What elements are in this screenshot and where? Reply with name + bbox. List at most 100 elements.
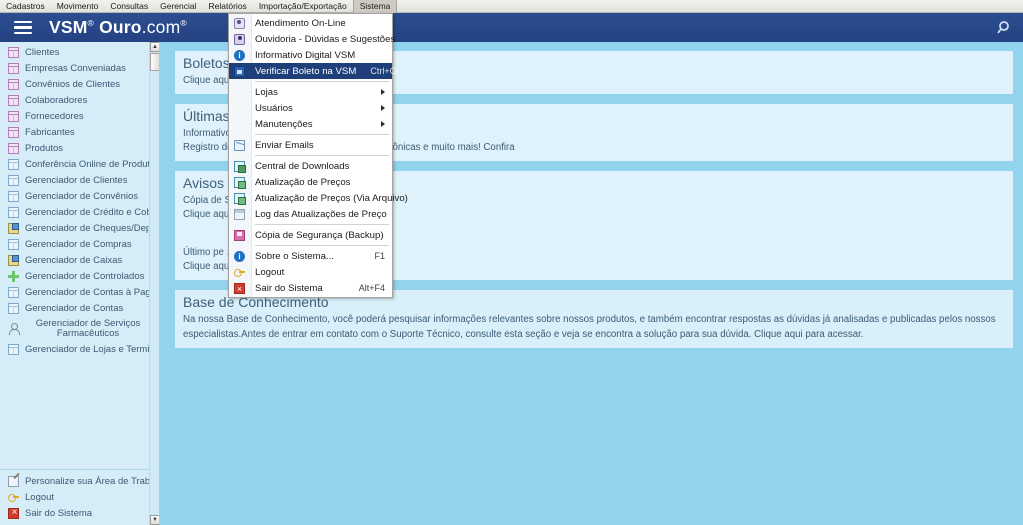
grid-blue-icon <box>8 302 19 314</box>
menu-item-c-pia-de-seguran-a-backup[interactable]: Cópia de Segurança (Backup) <box>229 227 392 243</box>
os-menu-item[interactable]: Importação/Exportação <box>253 0 353 13</box>
menu-item-enviar-emails[interactable]: Enviar Emails <box>229 137 392 153</box>
sidebar-footer-item-logout[interactable]: Logout <box>0 489 155 505</box>
os-menu-item[interactable]: Movimento <box>51 0 105 13</box>
sidebar-item-conv-nios-de-clientes[interactable]: Convênios de Clientes <box>0 76 155 92</box>
page-title: VSM® Ouro.com® <box>49 17 187 38</box>
scroll-up-icon[interactable]: ▲ <box>150 42 159 52</box>
sidebar-item-label: Gerenciador de Caixas <box>25 254 123 266</box>
menu-item-label: Cópia de Segurança (Backup) <box>255 229 384 241</box>
menu-item-label: Enviar Emails <box>255 139 314 151</box>
sidebar-item-label: Gerenciador de Lojas e Terminais <box>25 343 151 355</box>
sidebar-item-gerenciador-de-cr-dito-e-cobran-a[interactable]: Gerenciador de Crédito e Cobrança <box>0 204 155 220</box>
sidebar-item-label: Convênios de Clientes <box>25 78 121 90</box>
os-menu-item[interactable]: Cadastros <box>0 0 51 13</box>
sidebar: Clientes Empresas Conveniadas Convênios de… <box>0 42 160 525</box>
sidebar-item-label: Gerenciador de Clientes <box>25 174 128 186</box>
sidebar-item-label: Clientes <box>25 46 60 58</box>
menu-item-label: Atualização de Preços (Via Arquivo) <box>255 192 408 204</box>
sidebar-item-gerenciador-de-servi-os-farmac-uticos[interactable]: Gerenciador de Serviços Farmacêuticos <box>0 316 155 341</box>
info-icon <box>234 251 245 262</box>
sidebar-item-label: Empresas Conveniadas <box>25 62 126 74</box>
menu-item-logout[interactable]: Logout <box>229 264 392 280</box>
sidebar-item-colaboradores[interactable]: Colaboradores <box>0 92 155 108</box>
menu-item-label: Lojas <box>255 86 278 98</box>
scroll-down-icon[interactable]: ▼ <box>150 515 159 525</box>
menu-item-label: Atualização de Preços <box>255 176 351 188</box>
sidebar-footer-item-personalize-sua-rea-de-trabalho[interactable]: Personalize sua Área de Trabalho <box>0 473 155 489</box>
menu-separator <box>255 155 389 156</box>
grid-pink-icon <box>8 78 19 90</box>
sidebar-nav-list: Clientes Empresas Conveniadas Convênios de… <box>0 42 155 357</box>
app-header: VSM® Ouro.com® <box>0 13 1023 42</box>
menu-item-usu-rios[interactable]: Usuários <box>229 100 392 116</box>
person-icon <box>8 323 20 335</box>
panel-base-conhecimento-body: Na nossa Base de Conhecimento, você pode… <box>175 313 1013 348</box>
menu-item-sobre-o-sistema[interactable]: Sobre o Sistema... F1 <box>229 248 392 264</box>
knowledge-text[interactable]: Na nossa Base de Conhecimento, você pode… <box>183 313 1005 342</box>
os-menu-item[interactable]: Consultas <box>104 0 154 13</box>
grid-blue-icon <box>8 174 19 186</box>
menu-item-shortcut: Ctrl+O <box>370 66 397 76</box>
menu-item-central-de-downloads[interactable]: Central de Downloads <box>229 158 392 174</box>
info-icon <box>234 50 245 61</box>
os-menu-item[interactable]: Gerencial <box>154 0 202 13</box>
sidebar-item-gerenciador-de-caixas[interactable]: Gerenciador de Caixas <box>0 252 155 268</box>
sidebar-item-clientes[interactable]: Clientes <box>0 44 155 60</box>
save-icon <box>234 230 245 241</box>
exitred-icon <box>8 506 20 519</box>
os-menu-item[interactable]: Relatórios <box>203 0 253 13</box>
menu-item-atendimento-on-line[interactable]: Atendimento On-Line <box>229 15 392 31</box>
sidebar-item-fornecedores[interactable]: Fornecedores <box>0 108 155 124</box>
grid-pink-icon <box>8 126 19 138</box>
menu-item-label: Informativo Digital VSM <box>255 49 356 61</box>
sidebar-item-empresas-conveniadas[interactable]: Empresas Conveniadas <box>0 60 155 76</box>
menu-item-sair-do-sistema[interactable]: Sair do Sistema Alt+F4 <box>229 280 392 296</box>
sidebar-footer: Personalize sua Área de Trabalho Logout Sa… <box>0 469 155 525</box>
sidebar-item-label: Gerenciador de Compras <box>25 238 132 250</box>
dl2-icon <box>234 193 246 205</box>
menu-item-log-das-atualiza-es-de-pre-o[interactable]: Log das Atualizações de Preço <box>229 206 392 222</box>
sidebar-item-gerenciador-de-contas[interactable]: Gerenciador de Contas <box>0 300 155 316</box>
grid-blue-icon <box>8 286 19 298</box>
sidebar-scrollbar[interactable]: ▲ ▼ <box>149 42 159 525</box>
menu-item-atualiza-o-de-pre-os[interactable]: Atualização de Preços <box>229 174 392 190</box>
sidebar-footer-item-sair-do-sistema[interactable]: Sair do Sistema <box>0 505 155 521</box>
hamburger-icon[interactable] <box>14 20 32 35</box>
menu-item-verificar-boleto-na-vsm[interactable]: Verificar Boleto na VSM Ctrl+O <box>229 63 397 79</box>
money-icon <box>8 222 19 234</box>
brand-vsm: VSM <box>49 17 88 37</box>
brand-registered-icon: ® <box>87 18 94 29</box>
sidebar-item-label: Produtos <box>25 142 64 154</box>
sidebar-item-produtos[interactable]: Produtos <box>0 140 155 156</box>
sidebar-item-gerenciador-de-lojas-e-terminais[interactable]: Gerenciador de Lojas e Terminais <box>0 341 155 357</box>
menu-item-informativo-digital-vsm[interactable]: Informativo Digital VSM <box>229 47 392 63</box>
menu-item-ouvidoria-d-vidas-e-sugest-es[interactable]: Ouvidoria - Dúvidas e Sugestões <box>229 31 395 47</box>
os-menu-item[interactable]: Sistema <box>352 0 398 13</box>
sidebar-item-gerenciador-de-clientes[interactable]: Gerenciador de Clientes <box>0 172 155 188</box>
search-icon[interactable] <box>992 17 1014 39</box>
sidebar-item-gerenciador-de-conv-nios[interactable]: Gerenciador de Convênios <box>0 188 155 204</box>
scrollbar-thumb[interactable] <box>150 53 159 71</box>
dl-icon <box>234 161 246 173</box>
sidebar-item-gerenciador-de-compras[interactable]: Gerenciador de Compras <box>0 236 155 252</box>
people2-icon <box>234 34 245 45</box>
menu-item-lojas[interactable]: Lojas <box>229 84 392 100</box>
key2-icon <box>234 267 245 278</box>
sidebar-item-confer-ncia-online-de-produtos[interactable]: Conferência Online de Produtos <box>0 156 155 172</box>
sistema-dropdown-menu: Atendimento On-Line Ouvidoria - Dúvidas e… <box>228 13 408 298</box>
menu-item-label: Central de Downloads <box>255 160 350 172</box>
sidebar-item-label: Gerenciador de Contas <box>25 302 124 314</box>
menu-item-atualiza-o-de-pre-os-via-arquivo[interactable]: Atualização de Preços (Via Arquivo) <box>229 190 408 206</box>
brand-com: .com <box>141 17 181 37</box>
grid-pink-icon <box>8 62 19 74</box>
sidebar-item-gerenciador-de-controlados[interactable]: Gerenciador de Controlados <box>0 268 155 284</box>
sidebar-item-gerenciador-de-contas-pagar[interactable]: Gerenciador de Contas à Pagar <box>0 284 155 300</box>
key-icon <box>8 492 19 503</box>
sidebar-item-label: Gerenciador de Serviços Farmacêuticos <box>35 318 141 339</box>
sidebar-item-gerenciador-de-cheques-dep-sitos[interactable]: Gerenciador de Cheques/Depósitos <box>0 220 155 236</box>
sidebar-item-fabricantes[interactable]: Fabricantes <box>0 124 155 140</box>
menu-item-manuten-es[interactable]: Manutenções <box>229 116 392 132</box>
grid-pink-icon <box>8 110 19 122</box>
dl2-icon <box>234 177 246 189</box>
